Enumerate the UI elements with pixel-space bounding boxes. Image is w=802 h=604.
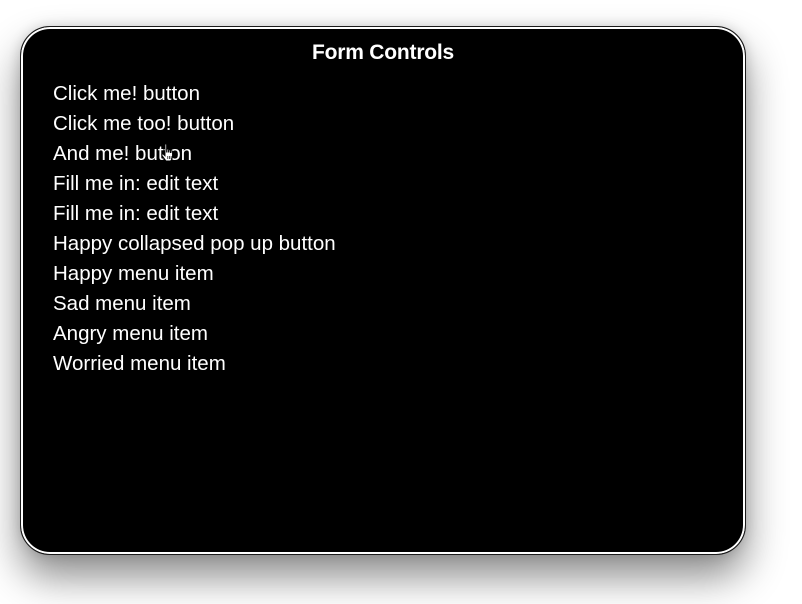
list-item-and-me-button[interactable]: And me! button bbox=[53, 139, 336, 169]
list-item-popup-button[interactable]: Happy collapsed pop up button bbox=[53, 229, 336, 259]
accessibility-element-list: Click me! button Click me too! button An… bbox=[53, 79, 336, 379]
window-title: Form Controls bbox=[311, 41, 455, 64]
list-item-click-me-too-button[interactable]: Click me too! button bbox=[53, 109, 336, 139]
list-item-edit-text-1[interactable]: Fill me in: edit text bbox=[53, 169, 336, 199]
list-item-angry-menu-item[interactable]: Angry menu item bbox=[53, 319, 336, 349]
list-item-sad-menu-item[interactable]: Sad menu item bbox=[53, 289, 336, 319]
list-item-happy-menu-item[interactable]: Happy menu item bbox=[53, 259, 336, 289]
list-item-worried-menu-item[interactable]: Worried menu item bbox=[53, 349, 336, 379]
list-item-click-me-button[interactable]: Click me! button bbox=[53, 79, 336, 109]
list-item-edit-text-2[interactable]: Fill me in: edit text bbox=[53, 199, 336, 229]
form-controls-window: Form Controls Click me! button Click me … bbox=[20, 26, 746, 555]
